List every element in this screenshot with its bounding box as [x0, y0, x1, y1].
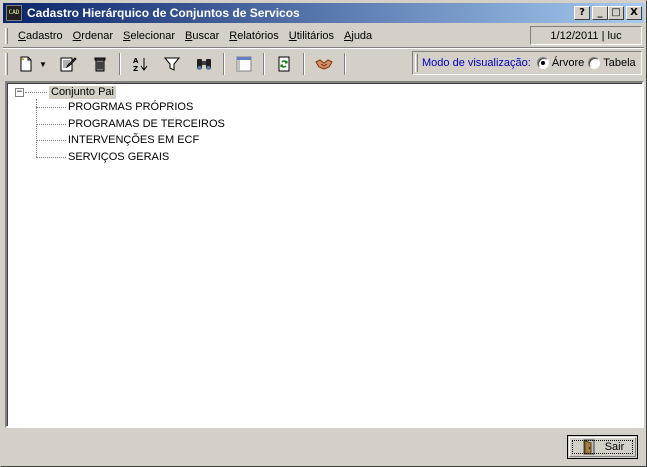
menu-separator [3, 47, 644, 49]
menu-relatorios-label: elatórios [237, 30, 279, 42]
delete-trash-icon[interactable] [88, 53, 112, 75]
hierarchy-tree[interactable]: − Conjunto Pai PROGRMAS PRÓPRIOS PROGRAM… [5, 81, 644, 428]
menu-bar: Cadastro Ordenar Selecionar Buscar Relat… [5, 25, 644, 47]
menu-grip[interactable] [5, 28, 8, 44]
table-view-radio[interactable] [588, 57, 601, 69]
table-view-radio-label[interactable]: Tabela [603, 57, 635, 69]
handshake-icon[interactable] [312, 53, 336, 75]
menu-selecionar[interactable]: Selecionar [118, 30, 180, 42]
collapse-icon[interactable]: − [15, 88, 24, 97]
tree-child-node[interactable]: PROGRMAS PRÓPRIOS [68, 101, 193, 114]
toolbar: ▼ AZ Modo de visualização: Árvore Tabela [5, 50, 644, 78]
close-button[interactable]: X [626, 6, 642, 20]
tree-view-radio-label[interactable]: Árvore [552, 57, 584, 69]
footer-bar: Sair [3, 430, 644, 464]
menu-buscar[interactable]: Buscar [180, 30, 224, 42]
toolbar-separator [119, 53, 121, 75]
menu-selecionar-label: elecionar [130, 30, 175, 42]
view-mode-group: Modo de visualização: Árvore Tabela [412, 51, 642, 75]
toolbar-separator [263, 53, 265, 75]
toolbar-separator [303, 53, 305, 75]
menu-ordenar-label: rdenar [81, 30, 114, 42]
layout-icon[interactable] [232, 53, 256, 75]
menu-ajuda-label: juda [351, 30, 373, 42]
tree-connector [36, 157, 66, 158]
view-mode-grip[interactable] [415, 54, 418, 72]
menu-buscar-label: uscar [192, 30, 220, 42]
sort-az-icon[interactable]: AZ [128, 53, 152, 75]
toolbar-separator [344, 53, 346, 75]
tree-root-node[interactable]: Conjunto Pai [49, 86, 116, 99]
menu-relatorios-hotkey: R [229, 30, 238, 42]
tree-connector [25, 92, 47, 93]
menu-ordenar-hotkey: O [72, 30, 82, 42]
radio-selected-dot [540, 61, 545, 65]
tree-child-node[interactable]: SERVIÇOS GERAIS [68, 151, 169, 164]
edit-document-icon[interactable] [56, 53, 80, 75]
minimize-button[interactable]: _ [592, 6, 608, 20]
tree-child-node[interactable]: PROGRAMAS DE TERCEIROS [68, 118, 225, 131]
menu-relatorios[interactable]: Relatórios [224, 30, 284, 42]
exit-button[interactable]: Sair [567, 435, 638, 459]
app-logo-icon: CAD [6, 5, 22, 21]
status-date-user: 1/12/2011 | luc [530, 26, 642, 45]
menu-cadastro-label: adastro [25, 30, 63, 42]
view-mode-label: Modo de visualização: [422, 57, 531, 69]
menu-cadastro[interactable]: Cadastro [13, 30, 68, 42]
maximize-button[interactable]: □ [608, 6, 624, 20]
exit-button-label: Sair [604, 441, 625, 453]
exit-door-icon [583, 439, 595, 455]
menu-utilitarios[interactable]: Utilitários [284, 30, 339, 42]
filter-icon[interactable] [160, 53, 184, 75]
svg-text:A: A [133, 57, 139, 65]
menu-ordenar[interactable]: Ordenar [68, 30, 118, 42]
refresh-icon[interactable] [272, 53, 296, 75]
new-dropdown-chevron-icon[interactable]: ▼ [38, 53, 48, 75]
menu-ajuda[interactable]: Ajuda [339, 30, 377, 42]
new-document-icon[interactable] [14, 53, 38, 75]
tree-connector [36, 107, 66, 108]
tree-child-node[interactable]: INTERVENÇÕES EM ECF [68, 134, 199, 147]
binoculars-find-icon[interactable] [192, 53, 216, 75]
menu-utilitarios-hotkey: U [288, 30, 297, 42]
tree-connector [36, 140, 66, 141]
menu-cadastro-hotkey: C [18, 30, 26, 42]
main-window: CAD Cadastro Hierárquico de Conjuntos de… [0, 0, 647, 467]
help-button[interactable]: ? [574, 6, 590, 20]
tree-view-radio[interactable] [536, 57, 549, 69]
toolbar-separator [223, 53, 225, 75]
window-title: Cadastro Hierárquico de Conjuntos de Ser… [27, 6, 300, 20]
toolbar-grip[interactable] [5, 53, 8, 75]
exit-button-face[interactable]: Sair [569, 437, 636, 457]
app-icon-text: CAD [8, 9, 20, 16]
svg-text:Z: Z [133, 65, 138, 72]
menu-utilitarios-label: tilitários [296, 30, 335, 42]
title-bar[interactable]: CAD Cadastro Hierárquico de Conjuntos de… [3, 3, 644, 23]
tree-connector [36, 124, 66, 125]
